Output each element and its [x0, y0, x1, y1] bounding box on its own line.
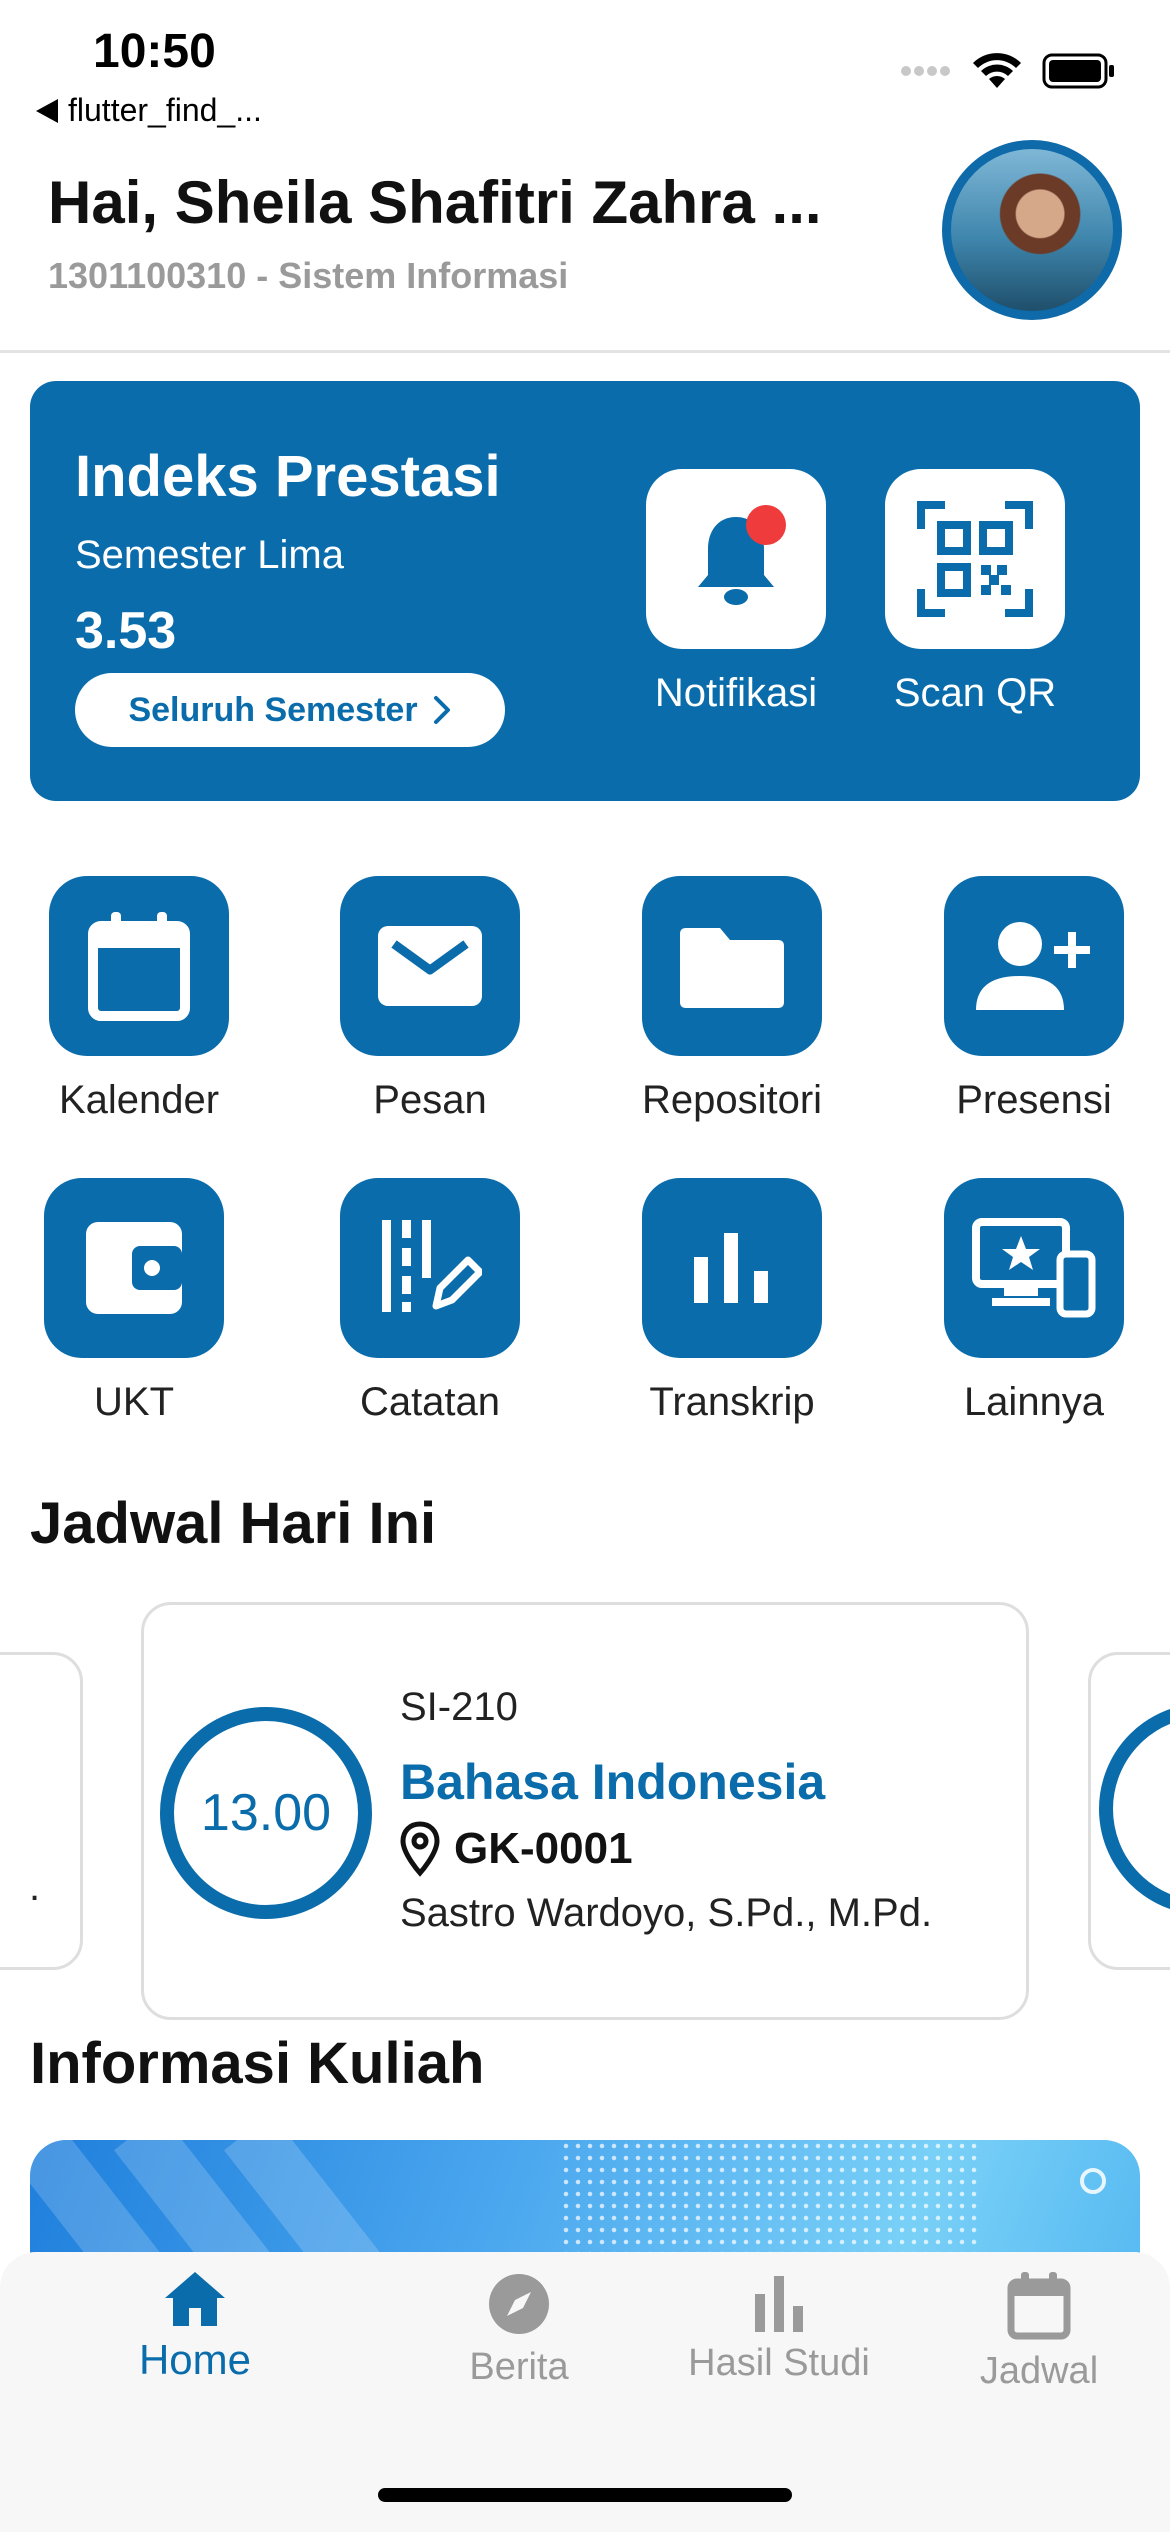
- menu-transkrip-label: Transkrip: [649, 1380, 815, 1424]
- add-person-icon: [976, 922, 1090, 1010]
- home-indicator[interactable]: [378, 2488, 792, 2502]
- scan-qr-box[interactable]: [885, 469, 1065, 649]
- wallet-icon: [86, 1222, 182, 1314]
- menu-repositori[interactable]: Repositori: [622, 876, 842, 1123]
- nav-hasil-studi[interactable]: Hasil Studi: [649, 2272, 909, 2385]
- back-triangle-icon: [36, 98, 58, 123]
- gpa-value: 3.53: [75, 602, 177, 660]
- greeting-title: Hai, Sheila Shafitri Zahra ...: [48, 169, 822, 236]
- scan-qr-label: Scan QR: [893, 671, 1057, 715]
- bar-chart-icon: [694, 1233, 768, 1303]
- menu-kalender[interactable]: Kalender: [29, 876, 249, 1123]
- header-divider: [0, 350, 1170, 353]
- compass-icon: [489, 2274, 549, 2334]
- notification-badge: [746, 505, 786, 545]
- menu-catatan[interactable]: Catatan: [320, 1178, 540, 1425]
- schedule-section-title: Jadwal Hari Ini: [30, 1491, 437, 1556]
- menu-catatan-box[interactable]: [340, 1178, 520, 1358]
- back-to-app-link[interactable]: flutter_find_...: [36, 92, 262, 129]
- student-id-program: 1301100310 - Sistem Informasi: [48, 255, 569, 296]
- screen: 10:50 flutter_find_... Hai, Sheila Shafi…: [0, 0, 1170, 2532]
- location-pin-icon: [400, 1821, 440, 1877]
- all-semesters-button[interactable]: Seluruh Semester: [75, 673, 505, 747]
- schedule-card-previous-text: .: [29, 1865, 41, 1909]
- bar-chart-icon: [755, 2276, 803, 2332]
- nav-jadwal-label: Jadwal: [979, 2350, 1099, 2392]
- home-icon: [165, 2272, 225, 2326]
- status-time: 10:50: [93, 25, 216, 78]
- schedule-card[interactable]: 13.00 SI-210 Bahasa Indonesia GK-0001 Sa…: [141, 1602, 1029, 2020]
- info-section-title: Informasi Kuliah: [30, 2031, 485, 2096]
- wifi-icon: [973, 53, 1021, 88]
- menu-repositori-label: Repositori: [641, 1078, 823, 1122]
- all-semesters-label: Seluruh Semester: [128, 690, 418, 729]
- nav-jadwal[interactable]: Jadwal: [909, 2272, 1169, 2393]
- calendar-icon: [88, 912, 190, 1021]
- menu-lainnya[interactable]: Lainnya: [924, 1178, 1144, 1425]
- menu-ukt-label: UKT: [94, 1380, 174, 1424]
- nav-berita-label: Berita: [469, 2346, 569, 2388]
- notification-button[interactable]: Notifikasi: [646, 469, 826, 716]
- schedule-card-next-time-ring: [1099, 1703, 1170, 1915]
- schedule-card-previous[interactable]: .: [0, 1652, 83, 1970]
- banner-ring: [1080, 2168, 1106, 2194]
- nav-hasil-studi-label: Hasil Studi: [688, 2342, 870, 2384]
- nav-home[interactable]: Home: [65, 2272, 325, 2384]
- schedule-course-name: Bahasa Indonesia: [400, 1754, 826, 1810]
- menu-ukt-box[interactable]: [44, 1178, 224, 1358]
- signal-icon: [901, 66, 950, 76]
- menu-lainnya-label: Lainnya: [963, 1380, 1105, 1424]
- menu-repositori-box[interactable]: [642, 876, 822, 1056]
- menu-transkrip-box[interactable]: [642, 1178, 822, 1358]
- schedule-room-label: GK-0001: [454, 1824, 633, 1873]
- menu-pesan-box[interactable]: [340, 876, 520, 1056]
- menu-ukt[interactable]: UKT: [24, 1178, 244, 1425]
- calendar-icon: [1007, 2272, 1071, 2340]
- nav-home-label: Home: [138, 2336, 252, 2383]
- status-icons: [900, 52, 1116, 90]
- notification-label: Notifikasi: [654, 671, 818, 715]
- menu-kalender-label: Kalender: [58, 1078, 220, 1122]
- qr-code-icon: [917, 501, 1033, 617]
- mail-icon: [378, 926, 482, 1006]
- notification-box[interactable]: [646, 469, 826, 649]
- menu-transkrip[interactable]: Transkrip: [622, 1178, 842, 1425]
- devices-star-icon: [972, 1218, 1096, 1318]
- schedule-room: GK-0001: [400, 1821, 633, 1877]
- banner-dot-pattern: [560, 2140, 980, 2260]
- schedule-course-code: SI-210: [400, 1685, 518, 1729]
- scan-qr-button[interactable]: Scan QR: [885, 469, 1065, 716]
- gpa-card: Indeks Prestasi Semester Lima 3.53 Selur…: [30, 381, 1140, 801]
- schedule-time: 13.00: [160, 1707, 372, 1919]
- notes-icon: [382, 1220, 482, 1312]
- gpa-semester: Semester Lima: [75, 533, 344, 577]
- schedule-lecturer: Sastro Wardoyo, S.Pd., M.Pd.: [400, 1891, 933, 1935]
- folder-icon: [680, 928, 784, 1008]
- battery-icon: [1042, 53, 1114, 89]
- menu-presensi[interactable]: Presensi: [924, 876, 1144, 1123]
- menu-presensi-box[interactable]: [944, 876, 1124, 1056]
- menu-lainnya-box[interactable]: [944, 1178, 1124, 1358]
- schedule-card-next[interactable]: [1088, 1652, 1170, 1970]
- nav-berita[interactable]: Berita: [389, 2272, 649, 2389]
- chevron-right-icon: [433, 696, 450, 724]
- menu-kalender-box[interactable]: [49, 876, 229, 1056]
- menu-pesan[interactable]: Pesan: [320, 876, 540, 1123]
- menu-presensi-label: Presensi: [956, 1078, 1112, 1122]
- menu-pesan-label: Pesan: [373, 1078, 487, 1122]
- back-app-label: flutter_find_...: [68, 92, 262, 128]
- avatar[interactable]: [942, 140, 1122, 320]
- gpa-title: Indeks Prestasi: [75, 444, 501, 509]
- menu-catatan-label: Catatan: [359, 1380, 501, 1424]
